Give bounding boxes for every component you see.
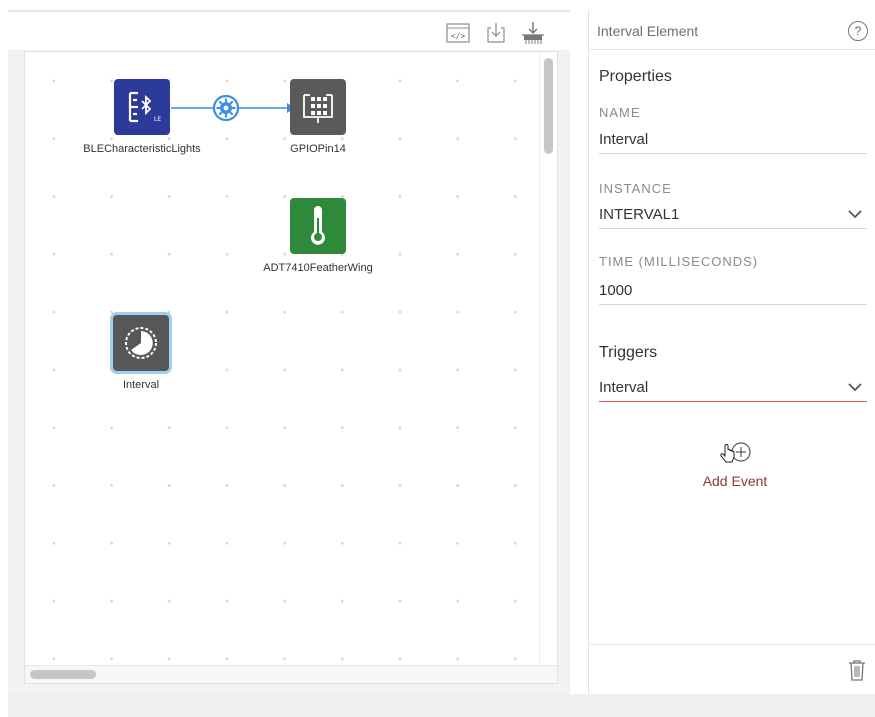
- chevron-down-icon: [848, 383, 862, 392]
- gpio-pin-icon: [303, 94, 333, 123]
- vertical-scrollbar[interactable]: [539, 52, 557, 664]
- add-event-label: Add Event: [702, 473, 768, 489]
- properties-panel: Interval Element ? Properties NAME Inter…: [588, 10, 875, 694]
- panel-header: Interval Element ?: [589, 10, 875, 50]
- node-adt7410-featherwing[interactable]: ADT7410FeatherWing: [258, 198, 378, 274]
- horizontal-scrollbar-thumb[interactable]: [30, 670, 96, 679]
- time-field[interactable]: 1000: [599, 279, 867, 305]
- thermometer-icon: [311, 206, 325, 245]
- trash-icon[interactable]: [848, 659, 866, 686]
- node-icon-box: LE: [114, 79, 170, 135]
- canvas-toolbar: </>: [8, 10, 570, 50]
- node-label: Interval: [122, 379, 160, 391]
- horizontal-scrollbar[interactable]: [25, 665, 557, 683]
- status-bar: [8, 694, 875, 717]
- trigger-select[interactable]: Interval: [599, 376, 867, 402]
- add-circle-icon: [720, 442, 751, 463]
- node-label: GPIOPin14: [290, 143, 346, 155]
- gear-icon[interactable]: [212, 94, 240, 122]
- node-icon-box: [290, 198, 346, 254]
- node-label: BLECharacteristicLights: [83, 143, 201, 155]
- bluetooth-characteristic-icon: LE: [128, 91, 161, 123]
- instance-select[interactable]: INTERVAL1: [599, 203, 867, 229]
- node-label: ADT7410FeatherWing: [263, 262, 373, 274]
- node-interval[interactable]: Interval: [101, 315, 181, 391]
- properties-heading: Properties: [599, 68, 672, 85]
- node-icon-box: [290, 79, 346, 135]
- triggers-heading: Triggers: [599, 344, 658, 361]
- download-icon[interactable]: [484, 21, 508, 45]
- code-icon[interactable]: </>: [446, 21, 470, 45]
- panel-title: Interval Element: [597, 23, 699, 39]
- svg-text:</>: </>: [451, 32, 466, 41]
- svg-text:LE: LE: [154, 116, 161, 123]
- time-label: TIME (MILLISECONDS): [599, 254, 759, 269]
- diagram-canvas[interactable]: LE BLECharacteristicLights GPIOPin14 ADT…: [24, 51, 558, 684]
- node-ble-characteristic-lights[interactable]: LE BLECharacteristicLights: [82, 79, 202, 155]
- node-gpio-pin14[interactable]: GPIOPin14: [278, 79, 358, 155]
- node-icon-box-selected: [113, 315, 169, 371]
- chevron-down-icon: [848, 210, 862, 219]
- interval-timer-icon: [125, 327, 157, 359]
- workspace-area: </> LE BLECharacteristicLights GPIOPin14…: [8, 10, 570, 694]
- panel-footer: [589, 644, 875, 694]
- name-label: NAME: [599, 105, 641, 120]
- instance-value: INTERVAL1: [599, 206, 680, 223]
- flash-device-icon[interactable]: [521, 21, 545, 45]
- hand-pointer-icon: [720, 444, 735, 463]
- add-event-button[interactable]: Add Event: [685, 440, 785, 489]
- help-icon[interactable]: ?: [848, 21, 868, 41]
- vertical-scrollbar-thumb[interactable]: [544, 58, 553, 154]
- trigger-value: Interval: [599, 379, 649, 396]
- instance-label: INSTANCE: [599, 181, 672, 196]
- name-field[interactable]: Interval: [599, 128, 867, 154]
